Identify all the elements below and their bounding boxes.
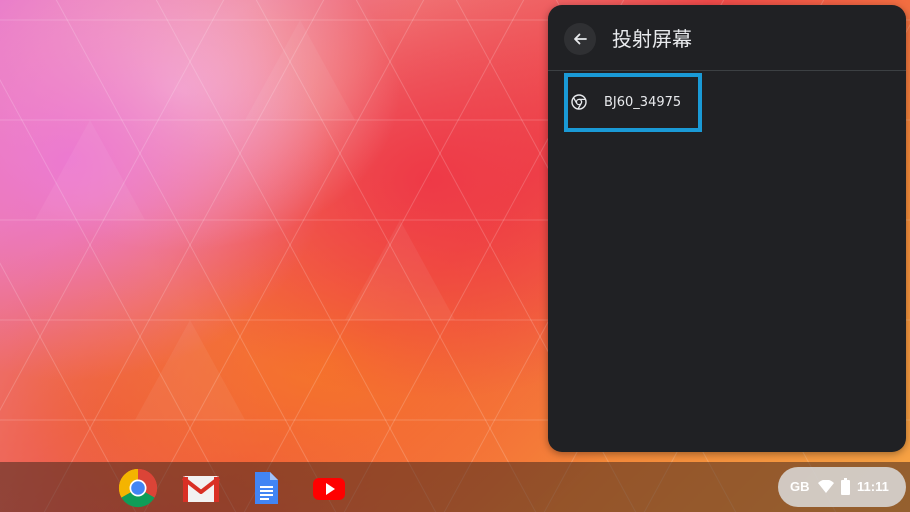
shelf: GB 11:11 [0,462,910,512]
youtube-icon [313,478,345,500]
wifi-icon [818,480,834,493]
shelf-app-docs[interactable] [245,468,285,508]
cast-device-item[interactable]: BJ60_34975 [564,73,702,132]
docs-icon [255,472,278,504]
clock: 11:11 [857,479,889,494]
gmail-icon [181,476,221,502]
battery-icon [841,478,850,495]
chrome-icon [118,468,158,508]
shelf-app-chrome[interactable] [118,468,158,508]
arrow-back-icon [574,33,587,45]
panel-divider [548,70,906,71]
cast-screen-panel: 投射屏幕 BJ60_34975 [548,5,906,452]
shelf-app-gmail[interactable] [181,468,221,508]
status-tray[interactable]: GB 11:11 [778,467,906,507]
shelf-app-youtube[interactable] [309,468,349,508]
back-button[interactable] [564,23,596,55]
keyboard-layout-indicator: GB [790,479,810,494]
panel-title: 投射屏幕 [612,27,692,51]
cast-device-icon [571,94,587,110]
cast-device-label: BJ60_34975 [604,95,682,110]
